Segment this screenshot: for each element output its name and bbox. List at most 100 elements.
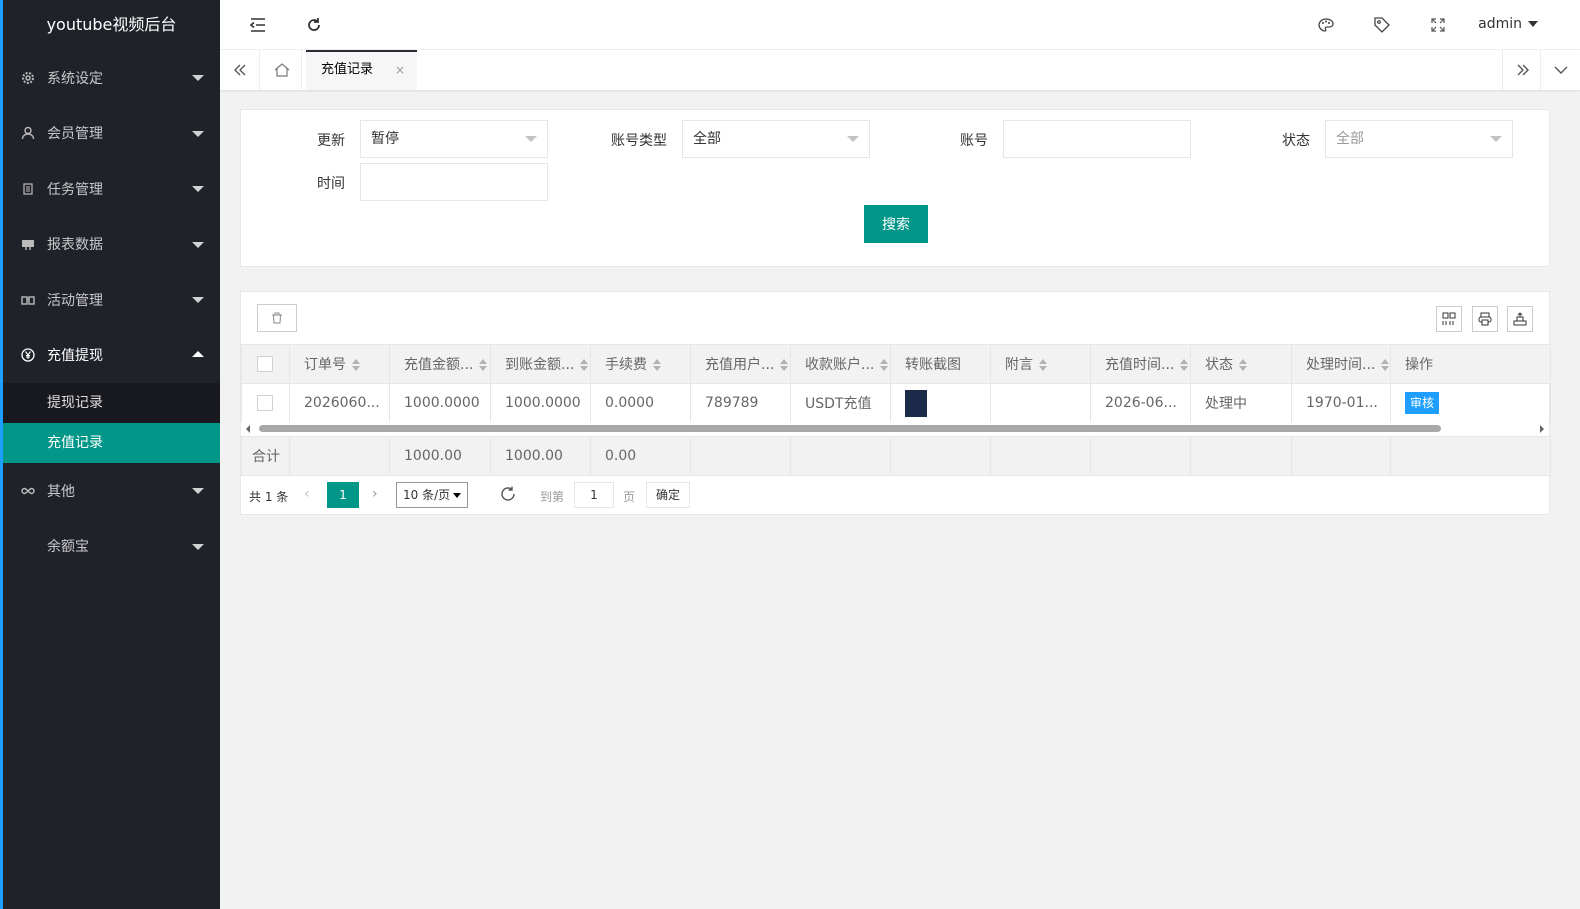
sort-icon[interactable]	[1039, 359, 1047, 371]
sidebar-item-recharge-records[interactable]: 充值记录	[3, 423, 220, 463]
sort-icon[interactable]	[880, 359, 889, 371]
theme-icon[interactable]	[1316, 15, 1336, 35]
scroll-right-icon[interactable]	[1540, 425, 1544, 433]
account-type-select[interactable]: 全部	[682, 120, 870, 158]
sidebar-item-withdraw-records[interactable]: 提现记录	[3, 383, 220, 423]
total-row-table: 合计 1000.00 1000.00 0.00	[241, 436, 1551, 476]
tag-icon[interactable]	[1372, 15, 1392, 35]
export-button[interactable]	[1507, 306, 1533, 332]
col-screenshot: 转账截图	[890, 344, 991, 384]
total-label: 合计	[241, 436, 290, 476]
cell-amount: 1000.0000	[389, 383, 491, 423]
col-status[interactable]: 状态	[1190, 344, 1292, 384]
sidebar-item-yuebao[interactable]: 余额宝	[3, 519, 220, 575]
sidebar-item-label: 充值提现	[47, 348, 103, 365]
screenshot-thumbnail[interactable]	[905, 389, 927, 417]
col-user[interactable]: 充值用户...	[690, 344, 791, 384]
page-1-button[interactable]: 1	[327, 482, 359, 508]
sidebar-item-label: 报表数据	[47, 237, 103, 254]
account-input[interactable]	[1003, 120, 1191, 158]
sort-icon[interactable]	[580, 359, 589, 371]
chevron-down-icon	[847, 136, 859, 142]
time-input[interactable]	[360, 163, 548, 201]
scrollbar-thumb[interactable]	[259, 425, 1441, 432]
total-fee: 0.00	[590, 436, 691, 476]
col-received[interactable]: 到账金额...	[490, 344, 591, 384]
row-checkbox[interactable]	[241, 383, 290, 423]
export-icon	[1513, 312, 1527, 326]
trash-icon	[272, 312, 282, 324]
table-row: 2026060... 1000.0000 1000.0000 0.0000 78…	[241, 383, 1551, 423]
next-page-icon[interactable]: ›	[372, 486, 378, 502]
tab-label: 充值记录	[321, 62, 374, 77]
refresh-page-icon[interactable]	[499, 485, 517, 506]
home-icon[interactable]	[262, 50, 302, 90]
col-order[interactable]: 订单号	[289, 344, 390, 384]
top-header: admin	[220, 0, 1580, 50]
sidebar-item-label: 会员管理	[47, 126, 103, 143]
horizontal-scrollbar[interactable]	[241, 422, 1549, 434]
status-select[interactable]: 全部	[1325, 120, 1513, 158]
prev-page-icon[interactable]: ‹	[304, 486, 310, 502]
page-unit-label: 页	[623, 490, 636, 504]
user-menu[interactable]: admin	[1478, 16, 1538, 32]
tab-recharge-records[interactable]: 充值记录 ×	[306, 50, 417, 90]
col-fee[interactable]: 手续费	[590, 344, 691, 384]
caret-down-icon	[1528, 21, 1538, 27]
chevron-down-icon	[192, 543, 204, 550]
update-select[interactable]: 暂停	[360, 120, 548, 158]
sidebar-item-other[interactable]: 其他	[3, 463, 220, 519]
print-icon	[1478, 312, 1492, 326]
activity-icon	[21, 293, 35, 307]
username: admin	[1478, 16, 1522, 32]
search-form: 更新 暂停 账号类型 全部 账号 状态 全部 时间 搜索	[240, 109, 1550, 267]
scroll-left-icon[interactable]	[246, 425, 250, 433]
account-type-value: 全部	[693, 131, 721, 147]
tab-menu-chevron-down-icon[interactable]	[1540, 50, 1580, 90]
account-label: 账号	[960, 133, 988, 149]
sidebar-item-label: 任务管理	[47, 181, 103, 198]
col-time[interactable]: 充值时间...	[1090, 344, 1191, 384]
sort-icon[interactable]	[653, 359, 661, 371]
sort-icon[interactable]	[479, 359, 488, 371]
search-button[interactable]: 搜索	[864, 205, 928, 243]
sidebar-item-system[interactable]: 系统设定	[3, 50, 220, 106]
chevron-up-icon	[192, 350, 204, 357]
goto-label: 到第	[540, 490, 565, 504]
fullscreen-icon[interactable]	[1428, 15, 1448, 35]
total-received: 1000.00	[490, 436, 591, 476]
status-select-value: 全部	[1336, 131, 1364, 147]
delete-button[interactable]	[257, 304, 297, 332]
col-processed[interactable]: 处理时间...	[1291, 344, 1391, 384]
sidebar-item-activities[interactable]: 活动管理	[3, 272, 220, 328]
print-button[interactable]	[1472, 306, 1498, 332]
columns-toggle-button[interactable]	[1436, 306, 1462, 332]
sort-icon[interactable]	[352, 359, 360, 371]
menu-fold-icon[interactable]	[248, 15, 268, 35]
audit-button[interactable]: 审核	[1405, 392, 1440, 414]
sidebar-item-tasks[interactable]: 任务管理	[3, 161, 220, 217]
sort-icon[interactable]	[1239, 359, 1247, 371]
goto-page-input[interactable]: 1	[574, 482, 614, 508]
col-note[interactable]: 附言	[990, 344, 1091, 384]
cell-time: 2026-06...	[1090, 383, 1191, 423]
col-account[interactable]: 收款账户...	[790, 344, 891, 384]
close-icon[interactable]: ×	[395, 52, 405, 88]
col-amount[interactable]: 充值金额...	[389, 344, 491, 384]
chevron-down-icon	[192, 75, 204, 81]
select-all-checkbox[interactable]	[241, 344, 290, 384]
chevron-down-icon	[192, 130, 204, 137]
sidebar-item-members[interactable]: 会员管理	[3, 106, 220, 162]
sort-icon[interactable]	[780, 359, 789, 371]
page-size-select[interactable]: 10 条/页	[396, 482, 468, 508]
table-header-row: 订单号 充值金额... 到账金额... 手续费 充值用户... 收款账户... …	[241, 344, 1551, 384]
tab-scroll-left-icon[interactable]	[220, 50, 260, 90]
tab-scroll-right-icon[interactable]	[1502, 50, 1542, 90]
sidebar-item-reports[interactable]: 报表数据	[3, 217, 220, 273]
sort-icon[interactable]	[1180, 359, 1189, 371]
sidebar-item-recharge-withdraw[interactable]: 充值提现	[3, 328, 220, 384]
chevron-down-icon	[453, 493, 461, 498]
refresh-icon[interactable]	[304, 15, 324, 35]
sort-icon[interactable]	[1381, 359, 1390, 371]
goto-confirm-button[interactable]: 确定	[646, 482, 690, 508]
